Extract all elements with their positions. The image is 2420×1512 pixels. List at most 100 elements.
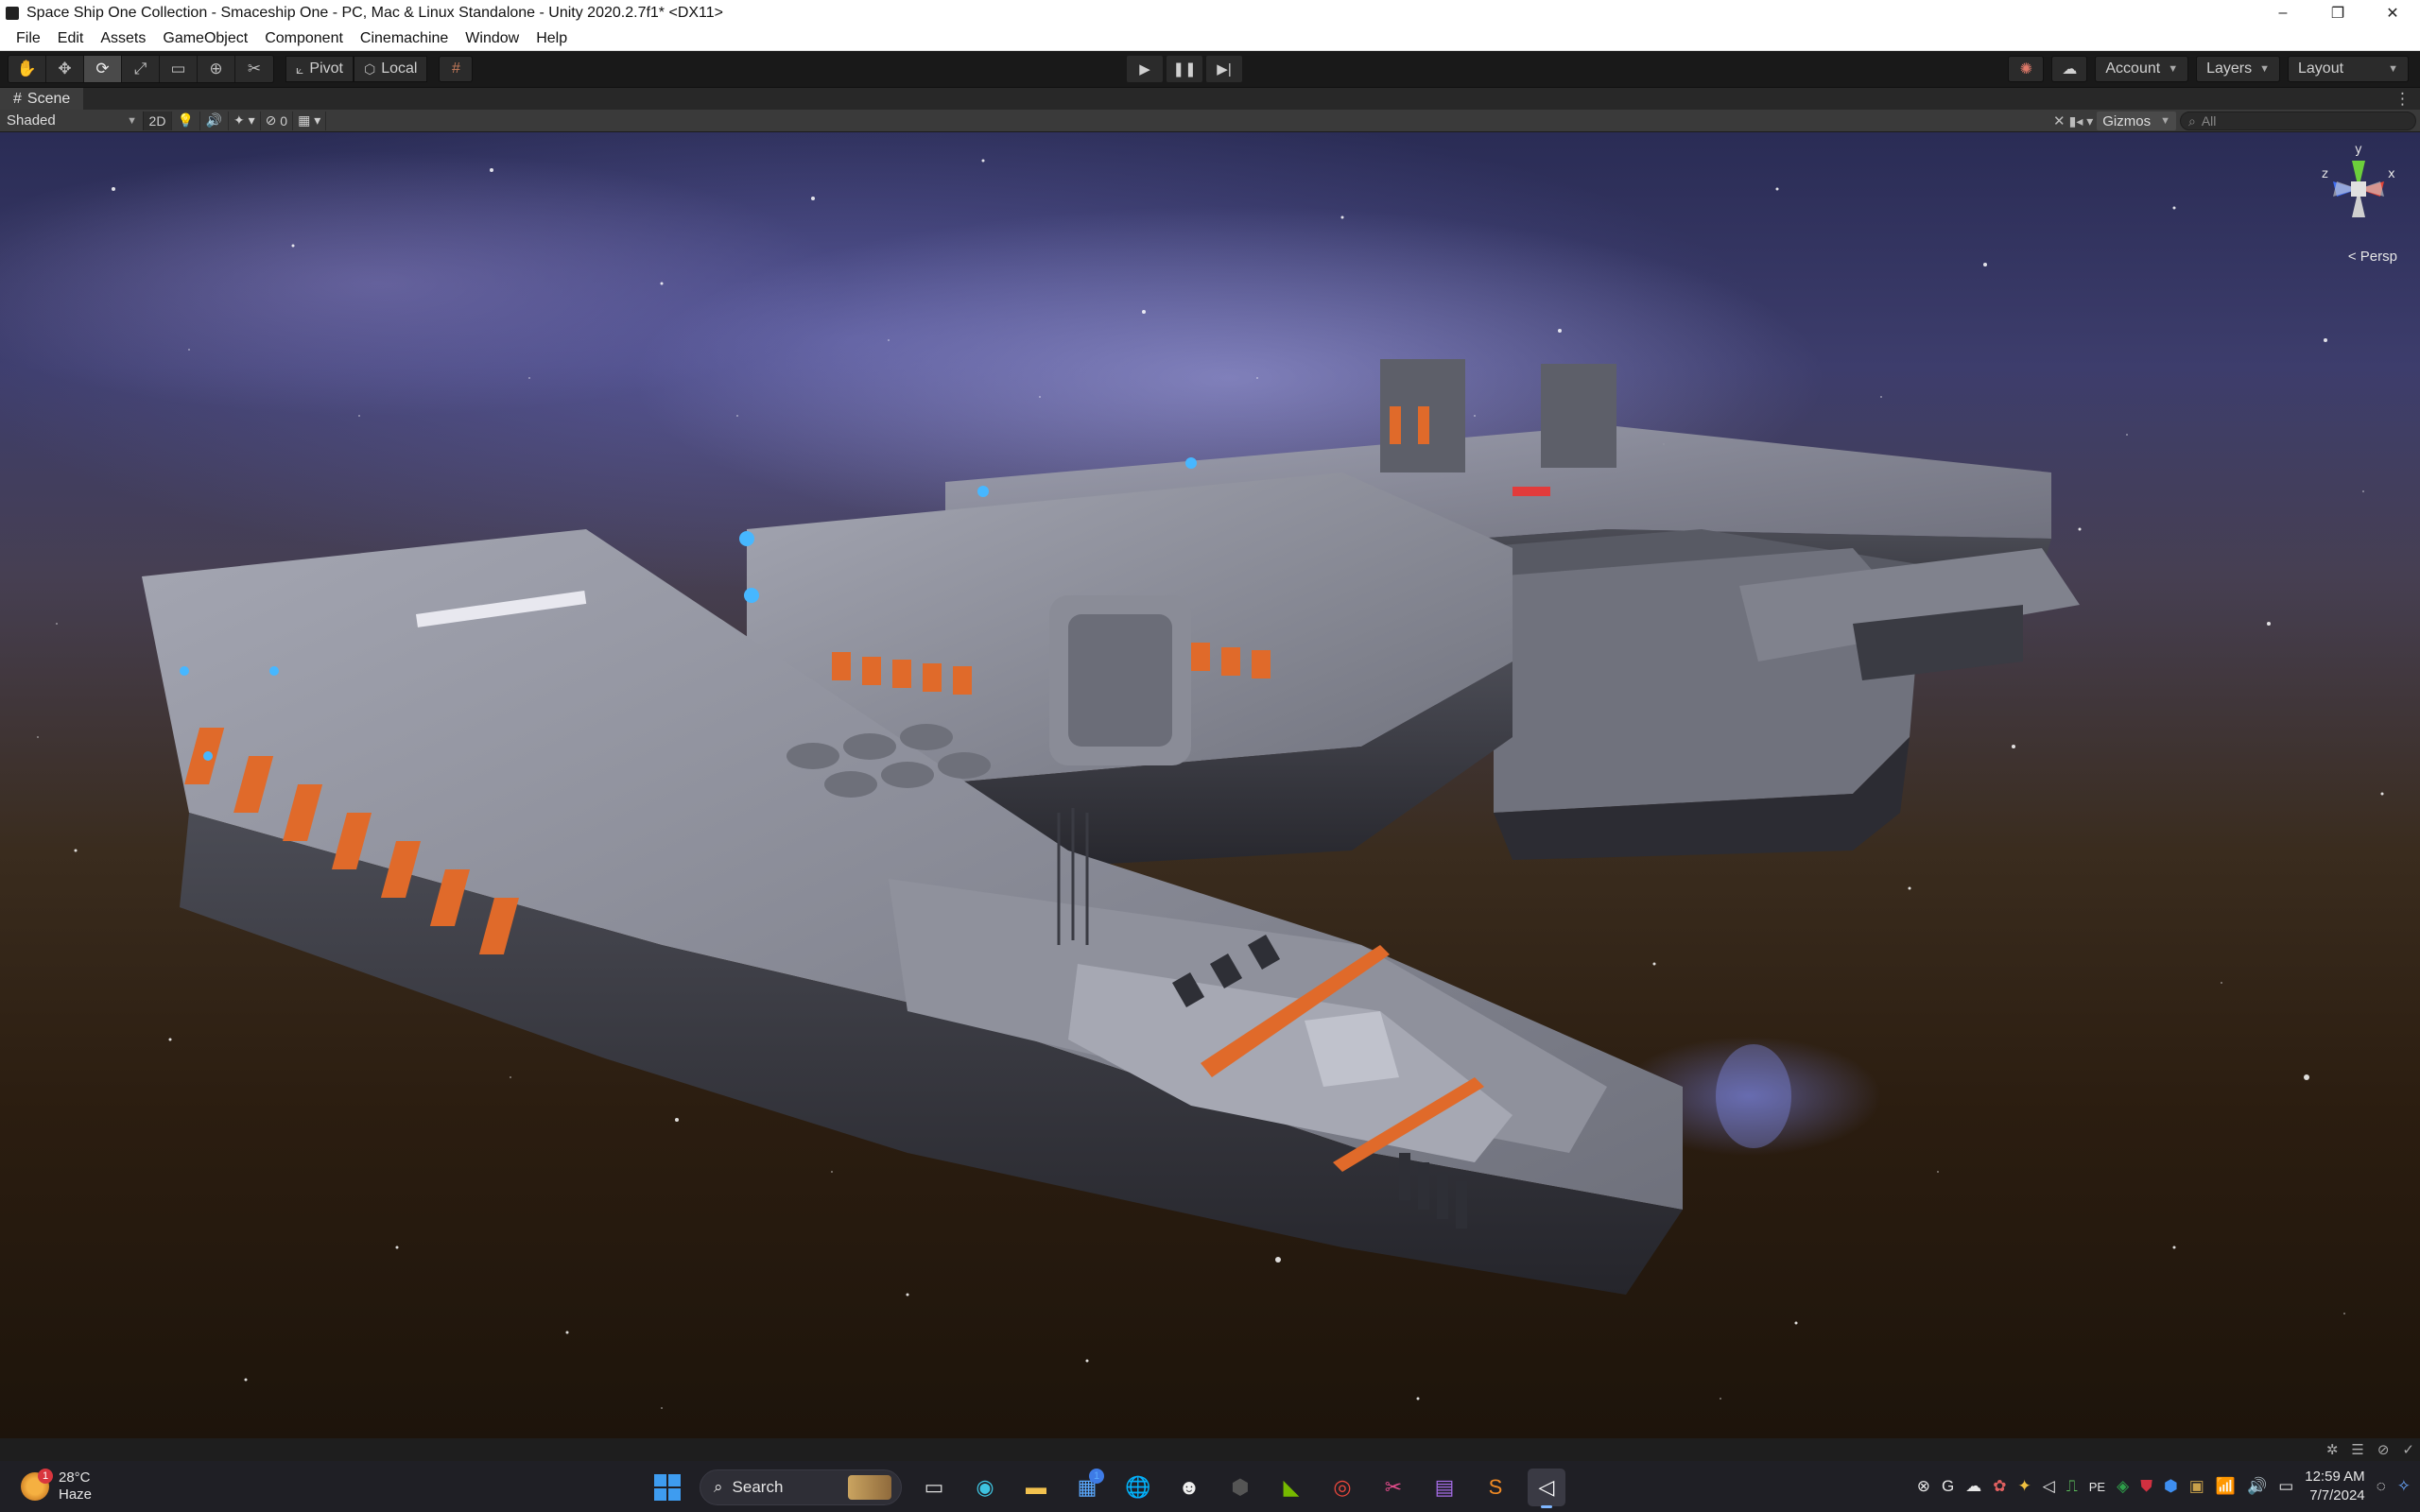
tray-vs-icon[interactable]: ◁ bbox=[2043, 1477, 2055, 1496]
pivot-toggle[interactable]: ⟀Pivot bbox=[285, 56, 354, 82]
gizmos-dropdown[interactable]: Gizmos▼ bbox=[2097, 112, 2176, 130]
layout-dropdown[interactable]: Layout ▼ bbox=[2288, 56, 2409, 82]
scale-tool-icon[interactable]: ⤢ bbox=[122, 56, 160, 82]
task-view-icon[interactable]: ▭ bbox=[915, 1469, 953, 1506]
clock-time: 12:59 AM bbox=[2305, 1468, 2364, 1486]
weather-widget[interactable]: 1 28°C Haze bbox=[21, 1469, 92, 1503]
tray-blue-icon[interactable]: ⬢ bbox=[2164, 1477, 2178, 1496]
hidden-objects-toggle[interactable]: ⊘ 0 bbox=[261, 112, 293, 130]
weather-badge: 1 bbox=[38, 1469, 53, 1484]
menu-cinemachine[interactable]: Cinemachine bbox=[352, 30, 457, 47]
debug-icon[interactable]: ✲ bbox=[2326, 1441, 2339, 1458]
clock[interactable]: 12:59 AM 7/7/2024 bbox=[2305, 1468, 2364, 1505]
cloud-icon[interactable]: ☁ bbox=[2051, 56, 2087, 82]
xbox-icon[interactable]: ⊗ bbox=[1917, 1477, 1930, 1496]
windows-logo-icon bbox=[654, 1474, 681, 1501]
play-icon[interactable]: ▶ bbox=[1127, 56, 1163, 82]
grammarly-icon[interactable]: G bbox=[1942, 1477, 1954, 1496]
camera-icon[interactable]: ▮◂ ▾ bbox=[2069, 113, 2094, 129]
layers-dropdown[interactable]: Layers▼ bbox=[2196, 56, 2280, 82]
tray-green-icon[interactable]: ⎍ bbox=[2066, 1477, 2078, 1496]
system-tray: ⊗ G ☁ ✿ ✦ ◁ ⎍ PE ◈ ⛊ ⬢ ▣ 📶 🔊 ▭ 12:59 AM … bbox=[1917, 1461, 2411, 1512]
axis-gizmo-icon: y x z bbox=[2316, 142, 2401, 246]
tray-red-icon[interactable]: ✿ bbox=[1993, 1477, 2006, 1496]
menu-assets[interactable]: Assets bbox=[92, 30, 154, 47]
taskbar-search[interactable]: ⌕ Search bbox=[700, 1469, 902, 1505]
chrome-icon[interactable]: ◎ bbox=[1323, 1469, 1361, 1506]
sublime-icon[interactable]: S bbox=[1477, 1469, 1514, 1506]
2d-toggle[interactable]: 2D bbox=[144, 112, 172, 130]
media-app-icon[interactable]: ▤ bbox=[1426, 1469, 1463, 1506]
edge-icon[interactable]: ◉ bbox=[966, 1469, 1004, 1506]
tray-shield-icon[interactable]: ⛊ bbox=[2140, 1477, 2152, 1496]
grid-snap-icon[interactable]: # bbox=[439, 56, 473, 82]
tab-menu-icon[interactable]: ⋮ bbox=[2394, 90, 2411, 109]
account-dropdown[interactable]: Account▼ bbox=[2095, 56, 2188, 82]
unity-app-icon bbox=[6, 7, 19, 20]
menu-component[interactable]: Component bbox=[256, 30, 352, 47]
volume-icon[interactable]: 🔊 bbox=[2247, 1477, 2267, 1496]
menu-file[interactable]: File bbox=[8, 30, 49, 47]
menu-window[interactable]: Window bbox=[457, 30, 527, 47]
layout-label: Layout bbox=[2298, 60, 2343, 77]
scene-viewport[interactable]: y x z < Persp bbox=[0, 132, 2420, 1438]
tab-scene[interactable]: #Scene bbox=[0, 88, 83, 111]
window-title: Space Ship One Collection - Smaceship On… bbox=[26, 5, 723, 22]
scene-search-input[interactable]: ⌕All bbox=[2180, 112, 2416, 130]
copilot-icon[interactable]: ✧ bbox=[2397, 1477, 2411, 1496]
tray-yellow-icon[interactable]: ✦ bbox=[2018, 1477, 2031, 1496]
mute-icon[interactable]: ⊘ bbox=[2377, 1441, 2390, 1458]
pivot-label: Pivot bbox=[309, 60, 343, 77]
orientation-gizmo[interactable]: y x z < Persp bbox=[2316, 142, 2401, 265]
perspective-label[interactable]: < Persp bbox=[2348, 249, 2397, 265]
notification-icon[interactable]: ◌ bbox=[2377, 1477, 2386, 1496]
file-explorer-icon[interactable]: ▬ bbox=[1017, 1469, 1055, 1506]
check-icon[interactable]: ✓ bbox=[2402, 1441, 2414, 1458]
menu-help[interactable]: Help bbox=[527, 30, 576, 47]
custom-tool-icon[interactable]: ✂ bbox=[235, 56, 273, 82]
x-axis-label: x bbox=[2388, 167, 2395, 181]
nvidia-icon[interactable]: ◣ bbox=[1272, 1469, 1310, 1506]
scene-tab-icon: # bbox=[13, 91, 22, 108]
os-taskbar: 1 28°C Haze ⌕ Search ▭ ◉ ▬ ▦1 🌐 ☻ ⬢ ◣ ◎ … bbox=[0, 1461, 2420, 1512]
effects-toggle-icon[interactable]: ✦ ▾ bbox=[229, 112, 261, 130]
menu-gameobject[interactable]: GameObject bbox=[154, 30, 256, 47]
audio-toggle-icon[interactable]: 🔊 bbox=[200, 112, 229, 130]
spaceship-model[interactable] bbox=[0, 132, 2420, 1438]
collab-icon[interactable]: ✺ bbox=[2008, 56, 2044, 82]
start-button[interactable] bbox=[648, 1469, 686, 1506]
globe-app-icon[interactable]: 🌐 bbox=[1119, 1469, 1157, 1506]
maximize-button[interactable]: ❐ bbox=[2310, 0, 2365, 26]
distant-galaxy bbox=[1716, 1044, 1791, 1148]
snipping-tool-icon[interactable]: ✂ bbox=[1374, 1469, 1412, 1506]
menu-edit[interactable]: Edit bbox=[49, 30, 93, 47]
wifi-icon[interactable]: 📶 bbox=[2216, 1477, 2236, 1496]
tray-box-icon[interactable]: ▣ bbox=[2189, 1477, 2204, 1496]
step-icon[interactable]: ▶| bbox=[1206, 56, 1242, 82]
move-tool-icon[interactable]: ✥ bbox=[46, 56, 84, 82]
close-button[interactable]: ✕ bbox=[2365, 0, 2420, 26]
stack-icon[interactable]: ☰ bbox=[2351, 1441, 2363, 1458]
rotate-tool-icon[interactable]: ⟳ bbox=[84, 56, 122, 82]
hand-tool-icon[interactable]: ✋ bbox=[9, 56, 46, 82]
chevron-down-icon: ▼ bbox=[2388, 63, 2398, 75]
lighting-toggle-icon[interactable]: 💡 bbox=[172, 112, 200, 130]
unity-icon[interactable]: ◁ bbox=[1528, 1469, 1565, 1506]
scene-tab-strip: #Scene ⋮ bbox=[0, 87, 2420, 110]
transform-tool-icon[interactable]: ⊕ bbox=[198, 56, 235, 82]
tools-icon[interactable]: ✕ bbox=[2053, 112, 2066, 129]
rect-tool-icon[interactable]: ▭ bbox=[160, 56, 198, 82]
local-toggle[interactable]: ⬡Local bbox=[354, 56, 427, 82]
grid-toggle-icon[interactable]: ▦ ▾ bbox=[293, 112, 326, 130]
battery-icon[interactable]: ▭ bbox=[2278, 1477, 2293, 1496]
minimize-button[interactable]: – bbox=[2256, 0, 2310, 26]
shield-app-icon[interactable]: ⬢ bbox=[1221, 1469, 1259, 1506]
pause-icon[interactable]: ❚❚ bbox=[1167, 56, 1202, 82]
tray-app-icon[interactable]: ☁ bbox=[1965, 1477, 1981, 1496]
tray-pe-icon[interactable]: PE bbox=[2089, 1480, 2105, 1494]
alien-app-icon[interactable]: ☻ bbox=[1170, 1469, 1208, 1506]
tray-emerald-icon[interactable]: ◈ bbox=[2117, 1477, 2129, 1496]
local-label: Local bbox=[381, 60, 417, 77]
shading-mode-dropdown[interactable]: Shaded▼ bbox=[2, 112, 144, 130]
store-icon[interactable]: ▦1 bbox=[1068, 1469, 1106, 1506]
